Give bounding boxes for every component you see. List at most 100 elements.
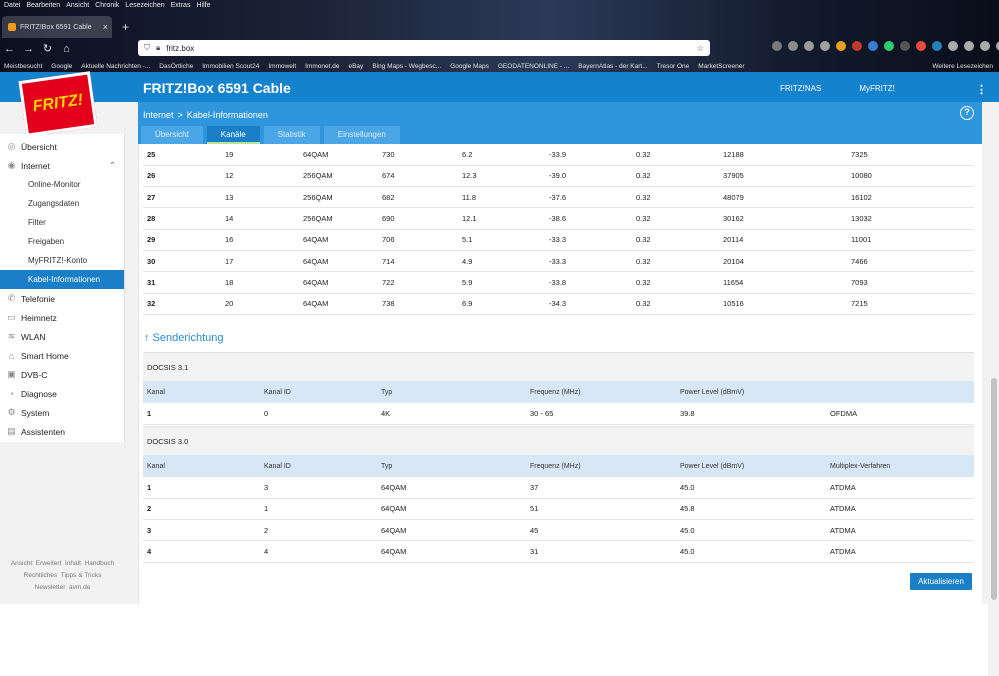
extension-icon[interactable] (964, 41, 974, 51)
bookmark-item[interactable]: Google Maps (450, 63, 489, 70)
tab-einstellungen[interactable]: Einstellungen (323, 126, 400, 144)
chevron-up-icon[interactable]: ⌃ (109, 160, 116, 171)
tab-übersicht[interactable]: Übersicht (141, 126, 203, 144)
reload-icon[interactable]: ↻ (38, 42, 57, 55)
table-cell: ATDMA (826, 519, 974, 542)
shield-icon[interactable]: ⛉ (144, 43, 150, 53)
browser-tab[interactable]: FRITZ!Box 6591 Cable × (2, 16, 112, 38)
table-cell: 730 (378, 144, 458, 166)
tab-statistik[interactable]: Statistik (263, 126, 320, 144)
help-icon[interactable]: ? (960, 106, 974, 120)
table-cell: -38.6 (545, 207, 632, 230)
scrollbar-thumb[interactable] (991, 378, 997, 600)
sidebar-item-zugangsdaten[interactable]: Zugangsdaten (0, 194, 124, 213)
bookmark-item[interactable]: Immobilien Scout24 (202, 63, 259, 70)
menu-item-1[interactable]: Bearbeiten (26, 0, 60, 11)
sidebar-item--bersicht[interactable]: ◎ Übersicht (0, 137, 124, 156)
breadcrumb-parent[interactable]: Internet (143, 110, 174, 120)
back-icon[interactable]: ← (0, 43, 19, 55)
forward-icon[interactable]: → (19, 43, 38, 55)
menu-item-3[interactable]: Chronik (95, 0, 119, 11)
footer-inhalt[interactable]: Inhalt (65, 560, 81, 567)
sidebar-item-dvb-c[interactable]: ▣ DVB-C (0, 365, 124, 384)
sidebar-item-label: Internet (21, 160, 50, 171)
sidebar-item-system[interactable]: ⚙ System (0, 403, 124, 422)
home-icon[interactable]: ⌂ (57, 43, 76, 55)
bookmark-item[interactable]: GEODATENONLINE - ... (498, 63, 569, 70)
table-cell: 0.32 (632, 144, 719, 166)
table-cell: 20 (221, 293, 299, 315)
extension-icon[interactable] (820, 41, 830, 51)
bookmark-item[interactable]: Tresor One (657, 63, 690, 70)
nav-myfritz[interactable]: MyFRITZ! (859, 84, 895, 93)
sidebar-item-wlan[interactable]: ≋ WLAN (0, 327, 124, 346)
nav-fritznas[interactable]: FRITZ!NAS (780, 84, 821, 93)
bookmark-item[interactable]: MarketScreener (698, 63, 744, 70)
table-cell: 1 (260, 498, 377, 521)
extension-icon[interactable] (980, 41, 990, 51)
close-tab-icon[interactable]: × (103, 22, 108, 32)
tab-kanäle[interactable]: Kanäle (206, 126, 260, 144)
footer-handbuch[interactable]: Handbuch (85, 560, 115, 567)
sidebar-item-smart-home[interactable]: ⌂ Smart Home (0, 346, 124, 365)
sidebar-item-kabel-informationen[interactable]: Kabel-Informationen (0, 270, 124, 289)
menu-item-4[interactable]: Lesezeichen (125, 0, 164, 11)
bookmark-item[interactable]: eBay (348, 63, 363, 70)
menu-item-2[interactable]: Ansicht (66, 0, 89, 11)
sidebar-item-internet[interactable]: ◉ Internet ⌃ (0, 156, 124, 175)
url-bar[interactable]: ⛉ 🔒︎ fritz.box ☆ (138, 40, 710, 56)
more-menu-icon[interactable]: ⋮ (976, 83, 987, 96)
sidebar-item-telefonie[interactable]: ✆ Telefonie (0, 289, 124, 308)
footer-newsletter[interactable]: Newsletter (35, 584, 66, 591)
table-cell: 27 (143, 186, 221, 209)
extension-icon[interactable] (804, 41, 814, 51)
extension-icon[interactable] (932, 41, 942, 51)
sidebar-item-online-monitor[interactable]: Online-Monitor (0, 175, 124, 194)
footer-ansicht[interactable]: Ansicht: Erweitert (11, 560, 62, 567)
extension-icon[interactable] (868, 41, 878, 51)
upstream-heading[interactable]: ↑ Senderichtung (144, 332, 224, 344)
bookmark-item[interactable]: Aktuelle Nachrichten -... (81, 63, 150, 70)
menu-item-6[interactable]: Hilfe (196, 0, 210, 11)
bookmark-item[interactable]: Immonet.de (305, 63, 339, 70)
sidebar-item-filter[interactable]: Filter (0, 213, 124, 232)
table-cell: 45.0 (676, 519, 826, 542)
bookmark-item[interactable]: Meistbesucht (4, 63, 42, 70)
bookmark-item[interactable]: BayernAtlas - der Kart... (578, 63, 647, 70)
menu-item-5[interactable]: Extras (171, 0, 191, 11)
sidebar-item-freigaben[interactable]: Freigaben (0, 232, 124, 251)
url-text[interactable]: fritz.box (166, 44, 194, 53)
sidebar-item-assistenten[interactable]: ▤ Assistenten (0, 422, 124, 441)
new-tab-icon[interactable]: + (122, 20, 129, 34)
extension-icon[interactable] (900, 41, 910, 51)
extension-icon[interactable] (916, 41, 926, 51)
menu-item-0[interactable]: Datei (4, 0, 20, 11)
table-cell: 64QAM (377, 477, 526, 499)
footer-avm[interactable]: avm.de (69, 584, 90, 591)
refresh-button[interactable]: Aktualisieren (910, 573, 972, 590)
table-cell: 256QAM (299, 186, 378, 209)
extension-icon[interactable] (852, 41, 862, 51)
lock-icon[interactable]: 🔒︎ (156, 43, 160, 53)
sidebar-item-heimnetz[interactable]: ▭ Heimnetz (0, 308, 124, 327)
fritz-logo[interactable]: FRITZ! (18, 71, 98, 137)
sidebar-item-myfritz-konto[interactable]: MyFRITZ!-Konto (0, 251, 124, 270)
table-cell: 4.9 (458, 250, 545, 273)
bookmark-item[interactable]: Immowelt (268, 63, 296, 70)
extension-icon[interactable] (884, 41, 894, 51)
bookmark-item[interactable]: Google (51, 63, 72, 70)
extension-icon[interactable] (948, 41, 958, 51)
footer-tipps[interactable]: Tipps & Tricks (61, 572, 102, 579)
bookmarks-other[interactable]: Weitere Lesezeichen (932, 63, 993, 70)
bookmark-item[interactable]: DasÖrtliche (159, 63, 193, 70)
extension-icon[interactable] (788, 41, 798, 51)
bookmark-star-icon[interactable]: ☆ (697, 44, 704, 53)
extension-icon[interactable] (772, 41, 782, 51)
extension-icon[interactable] (836, 41, 846, 51)
sidebar-item-diagnose[interactable]: ◔ Diagnose (0, 384, 124, 403)
table-cell: 722 (378, 271, 458, 294)
system-icon: ⚙ (7, 407, 16, 417)
table-cell: 0.32 (632, 207, 719, 230)
footer-rechtliches[interactable]: Rechtliches (24, 572, 58, 579)
bookmark-item[interactable]: Bing Maps - Wegbesc... (372, 63, 441, 70)
